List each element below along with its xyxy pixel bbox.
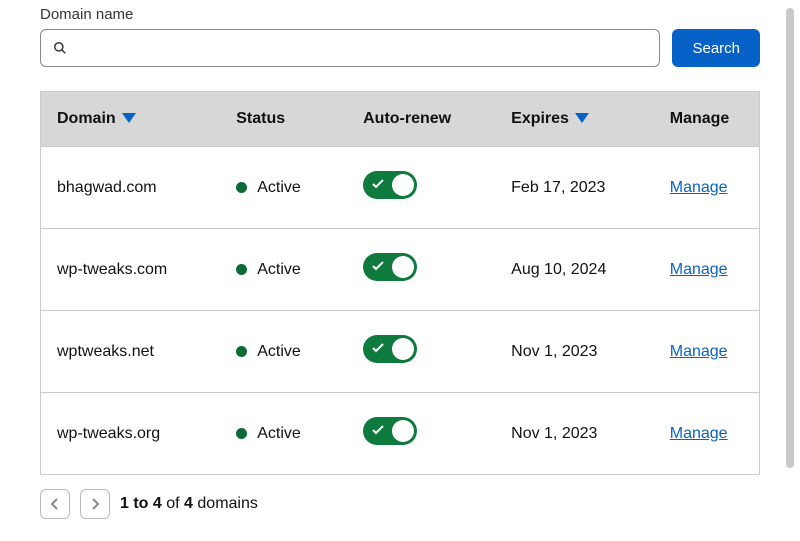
column-header-domain[interactable]: Domain bbox=[41, 92, 221, 147]
cell-status: Active bbox=[220, 147, 347, 229]
check-icon bbox=[372, 259, 384, 277]
pagination-range: 1 to 4 bbox=[120, 495, 162, 512]
sort-caret-icon bbox=[122, 110, 136, 128]
auto-renew-toggle[interactable] bbox=[363, 171, 417, 199]
cell-status: Active bbox=[220, 393, 347, 475]
cell-manage: Manage bbox=[654, 311, 760, 393]
cell-domain: wp-tweaks.com bbox=[41, 229, 221, 311]
toggle-knob bbox=[392, 420, 414, 442]
chevron-right-icon bbox=[90, 498, 100, 510]
prev-page-button[interactable] bbox=[40, 489, 70, 519]
table-row: wptweaks.net Active Nov 1, 2023 Manage bbox=[41, 311, 760, 393]
column-header-manage[interactable]: Manage bbox=[654, 92, 760, 147]
pagination-unit: domains bbox=[197, 495, 257, 512]
search-button[interactable]: Search bbox=[672, 29, 760, 67]
manage-link[interactable]: Manage bbox=[670, 343, 728, 360]
cell-auto-renew bbox=[347, 147, 495, 229]
cell-expires: Nov 1, 2023 bbox=[495, 393, 654, 475]
sort-caret-icon bbox=[575, 110, 589, 128]
status-text: Active bbox=[257, 179, 301, 197]
toggle-knob bbox=[392, 256, 414, 278]
status-text: Active bbox=[257, 343, 301, 361]
column-header-auto-renew[interactable]: Auto-renew bbox=[347, 92, 495, 147]
auto-renew-toggle[interactable] bbox=[363, 253, 417, 281]
column-header-auto-renew-label: Auto-renew bbox=[363, 110, 451, 127]
cell-manage: Manage bbox=[654, 229, 760, 311]
table-row: bhagwad.com Active Feb 17, 2023 Manage bbox=[41, 147, 760, 229]
scrollbar[interactable] bbox=[786, 8, 794, 468]
next-page-button[interactable] bbox=[80, 489, 110, 519]
auto-renew-toggle[interactable] bbox=[363, 335, 417, 363]
manage-link[interactable]: Manage bbox=[670, 179, 728, 196]
status-dot-icon bbox=[236, 182, 247, 193]
search-row: Search bbox=[40, 29, 760, 67]
table-row: wp-tweaks.org Active Nov 1, 2023 Manage bbox=[41, 393, 760, 475]
cell-domain: wp-tweaks.org bbox=[41, 393, 221, 475]
pagination-of: of bbox=[166, 495, 179, 512]
cell-manage: Manage bbox=[654, 393, 760, 475]
domain-search-input[interactable] bbox=[75, 39, 647, 58]
cell-auto-renew bbox=[347, 229, 495, 311]
column-header-status-label: Status bbox=[236, 110, 285, 127]
pagination-total: 4 bbox=[184, 495, 193, 512]
chevron-left-icon bbox=[50, 498, 60, 510]
toggle-knob bbox=[392, 174, 414, 196]
status-text: Active bbox=[257, 425, 301, 443]
cell-auto-renew bbox=[347, 311, 495, 393]
manage-link[interactable]: Manage bbox=[670, 261, 728, 278]
cell-status: Active bbox=[220, 229, 347, 311]
cell-expires: Aug 10, 2024 bbox=[495, 229, 654, 311]
pagination-text: 1 to 4 of 4 domains bbox=[120, 495, 258, 513]
toggle-knob bbox=[392, 338, 414, 360]
column-header-status[interactable]: Status bbox=[220, 92, 347, 147]
column-header-expires[interactable]: Expires bbox=[495, 92, 654, 147]
cell-expires: Feb 17, 2023 bbox=[495, 147, 654, 229]
cell-auto-renew bbox=[347, 393, 495, 475]
status-dot-icon bbox=[236, 264, 247, 275]
table-row: wp-tweaks.com Active Aug 10, 2024 Manage bbox=[41, 229, 760, 311]
column-header-manage-label: Manage bbox=[670, 110, 730, 127]
cell-status: Active bbox=[220, 311, 347, 393]
cell-domain: wptweaks.net bbox=[41, 311, 221, 393]
status-text: Active bbox=[257, 261, 301, 279]
search-icon bbox=[53, 41, 67, 55]
manage-link[interactable]: Manage bbox=[670, 425, 728, 442]
check-icon bbox=[372, 177, 384, 195]
check-icon bbox=[372, 341, 384, 359]
domain-name-label: Domain name bbox=[40, 6, 760, 23]
status-dot-icon bbox=[236, 428, 247, 439]
cell-expires: Nov 1, 2023 bbox=[495, 311, 654, 393]
cell-domain: bhagwad.com bbox=[41, 147, 221, 229]
auto-renew-toggle[interactable] bbox=[363, 417, 417, 445]
status-dot-icon bbox=[236, 346, 247, 357]
search-input-container[interactable] bbox=[40, 29, 660, 67]
column-header-expires-label: Expires bbox=[511, 110, 569, 127]
domains-table: Domain Status Auto-renew Expires bbox=[40, 91, 760, 475]
pagination: 1 to 4 of 4 domains bbox=[40, 489, 760, 519]
cell-manage: Manage bbox=[654, 147, 760, 229]
column-header-domain-label: Domain bbox=[57, 110, 116, 127]
check-icon bbox=[372, 423, 384, 441]
